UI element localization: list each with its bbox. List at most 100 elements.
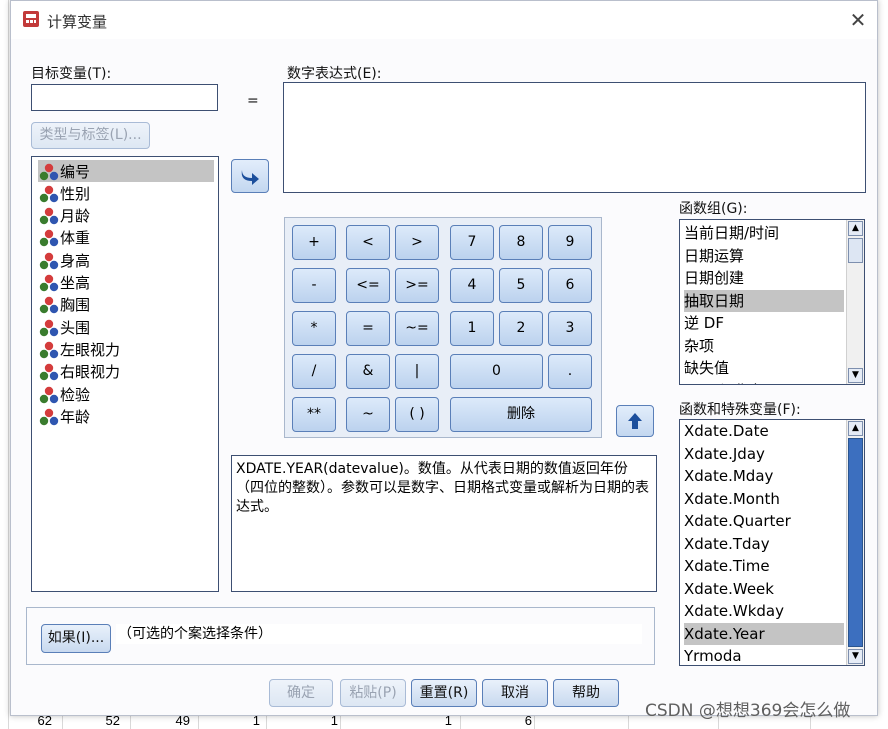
key-divide[interactable]: / xyxy=(292,354,336,389)
function-item[interactable]: Xdate.Year xyxy=(684,622,844,645)
variable-item[interactable]: 体重 xyxy=(38,227,214,249)
function-item[interactable]: Xdate.Wkday xyxy=(684,600,844,622)
function-group-item[interactable]: 日期运算 xyxy=(684,245,844,267)
key-3[interactable]: 3 xyxy=(548,311,592,346)
move-to-expression-button[interactable] xyxy=(231,159,269,193)
key-less-equal[interactable]: <= xyxy=(346,268,390,303)
grid-line xyxy=(8,0,9,729)
function-group-item[interactable]: 缺失值 xyxy=(684,357,844,379)
key-less-than[interactable]: < xyxy=(346,225,390,260)
nominal-variable-icon xyxy=(39,386,59,403)
function-group-item[interactable]: 杂项 xyxy=(684,335,844,357)
key-greater-equal[interactable]: >= xyxy=(395,268,439,303)
variable-item[interactable]: 编号 xyxy=(38,160,214,182)
variable-item[interactable]: 右眼视力 xyxy=(38,361,214,383)
variable-item[interactable]: 头围 xyxy=(38,316,214,338)
key-7[interactable]: 7 xyxy=(450,225,494,260)
variable-item[interactable]: 身高 xyxy=(38,249,214,271)
scroll-thumb[interactable] xyxy=(848,238,863,263)
key-and[interactable]: & xyxy=(346,354,390,389)
key-6[interactable]: 6 xyxy=(548,268,592,303)
scroll-up-icon[interactable]: ▲ xyxy=(848,221,863,236)
nominal-variable-icon xyxy=(39,185,59,202)
title-bar[interactable]: 计算变量 ✕ xyxy=(11,1,877,39)
variable-item[interactable]: 性别 xyxy=(38,182,214,204)
function-item[interactable]: Yrmoda xyxy=(684,645,844,665)
function-group-item[interactable]: 抽取日期 xyxy=(684,289,844,312)
key-not[interactable]: ~ xyxy=(346,397,390,432)
target-variable-label: 目标变量(T): xyxy=(31,66,112,82)
function-item[interactable]: Xdate.Mday xyxy=(684,465,844,487)
key-parentheses[interactable]: ( ) xyxy=(395,397,439,432)
function-group-list[interactable]: 当前日期/时间日期运算日期创建抽取日期逆 DF杂项缺失值PDF 与非中心 PDF… xyxy=(679,219,865,385)
key-or[interactable]: | xyxy=(395,354,439,389)
function-item[interactable]: Xdate.Quarter xyxy=(684,510,844,532)
key-decimal-point[interactable]: . xyxy=(548,354,592,389)
function-item[interactable]: Xdate.Week xyxy=(684,578,844,600)
key-0[interactable]: 0 xyxy=(450,354,543,389)
nominal-variable-icon xyxy=(39,274,59,292)
variable-label: 体重 xyxy=(60,229,91,248)
scroll-down-icon[interactable]: ▼ xyxy=(848,368,863,383)
function-group-label: 函数组(G): xyxy=(679,201,748,217)
target-variable-input[interactable] xyxy=(31,84,218,111)
nominal-variable-icon xyxy=(39,163,59,180)
function-item[interactable]: Xdate.Date xyxy=(684,420,844,442)
variable-label: 左眼视力 xyxy=(60,340,121,359)
key-5[interactable]: 5 xyxy=(499,268,543,303)
if-button[interactable]: 如果(I)... xyxy=(41,624,111,653)
key-not-equal[interactable]: ~= xyxy=(395,311,439,346)
key-delete[interactable]: 删除 xyxy=(450,397,592,432)
calculator-app-icon xyxy=(23,11,39,27)
key-multiply[interactable]: * xyxy=(292,311,336,346)
function-group-item[interactable]: 当前日期/时间 xyxy=(684,222,844,244)
key-minus[interactable]: - xyxy=(292,268,336,303)
cancel-button[interactable]: 取消 xyxy=(482,679,548,707)
watermark: CSDN @想想369会怎么做 xyxy=(645,701,851,721)
close-icon[interactable]: ✕ xyxy=(847,9,869,31)
key-9[interactable]: 9 xyxy=(548,225,592,260)
type-and-label-button[interactable]: 类型与标签(L)... xyxy=(31,122,150,149)
scroll-thumb[interactable] xyxy=(848,438,863,647)
variable-item[interactable]: 坐高 xyxy=(38,272,214,294)
insert-function-button[interactable] xyxy=(616,405,654,437)
function-group-item[interactable]: PDF 与非中心 PDF xyxy=(684,380,844,385)
function-group-item[interactable]: 日期创建 xyxy=(684,267,844,289)
scroll-up-icon[interactable]: ▲ xyxy=(848,421,863,436)
functions-scrollbar[interactable]: ▲ ▼ xyxy=(846,420,864,665)
reset-button[interactable]: 重置(R) xyxy=(411,679,477,707)
variable-item[interactable]: 月龄 xyxy=(38,205,214,227)
key-2[interactable]: 2 xyxy=(499,311,543,346)
equals-sign: = xyxy=(247,93,259,109)
paste-button[interactable]: 粘贴(P) xyxy=(340,679,406,707)
help-button[interactable]: 帮助 xyxy=(553,679,619,707)
key-1[interactable]: 1 xyxy=(450,311,494,346)
nominal-variable-icon xyxy=(39,230,59,247)
functions-list[interactable]: Xdate.Date Xdate.Jday Xdate.Mday Xdate.Mont… xyxy=(679,419,865,666)
function-group-item[interactable]: 逆 DF xyxy=(684,312,844,334)
function-item[interactable]: Xdate.Tday xyxy=(684,533,844,555)
function-group-scrollbar[interactable]: ▲ ▼ xyxy=(846,220,864,384)
key-4[interactable]: 4 xyxy=(450,268,494,303)
key-plus[interactable]: + xyxy=(292,225,336,260)
function-description-text: XDATE.YEAR(datevalue)。数值。从代表日期的数值返回年份（四位… xyxy=(236,461,649,515)
key-8[interactable]: 8 xyxy=(499,225,543,260)
key-greater-than[interactable]: > xyxy=(395,225,439,260)
variable-item[interactable]: 左眼视力 xyxy=(38,338,214,360)
function-item[interactable]: Xdate.Month xyxy=(684,488,844,510)
numeric-expression-textarea[interactable] xyxy=(283,82,866,193)
key-equal[interactable]: = xyxy=(346,311,390,346)
function-item[interactable]: Xdate.Time xyxy=(684,555,844,577)
scroll-down-icon[interactable]: ▼ xyxy=(848,649,863,664)
if-condition-panel: 如果(I)... （可选的个案选择条件） xyxy=(26,607,655,665)
variable-label: 性别 xyxy=(60,184,91,203)
variable-item[interactable]: 胸围 xyxy=(38,294,214,316)
key-power[interactable]: ** xyxy=(292,397,336,432)
variable-item[interactable]: 年龄 xyxy=(38,405,214,427)
variable-list[interactable]: 编号性别月龄体重 身高 坐高 胸围 头围左眼视力右眼视力 检验 年龄 xyxy=(31,156,219,592)
curved-arrow-right-icon xyxy=(241,170,259,185)
ok-button[interactable]: 确定 xyxy=(269,679,333,707)
functions-label: 函数和特殊变量(F): xyxy=(679,402,801,418)
variable-item[interactable]: 检验 xyxy=(38,383,214,405)
function-item[interactable]: Xdate.Jday xyxy=(684,443,844,465)
